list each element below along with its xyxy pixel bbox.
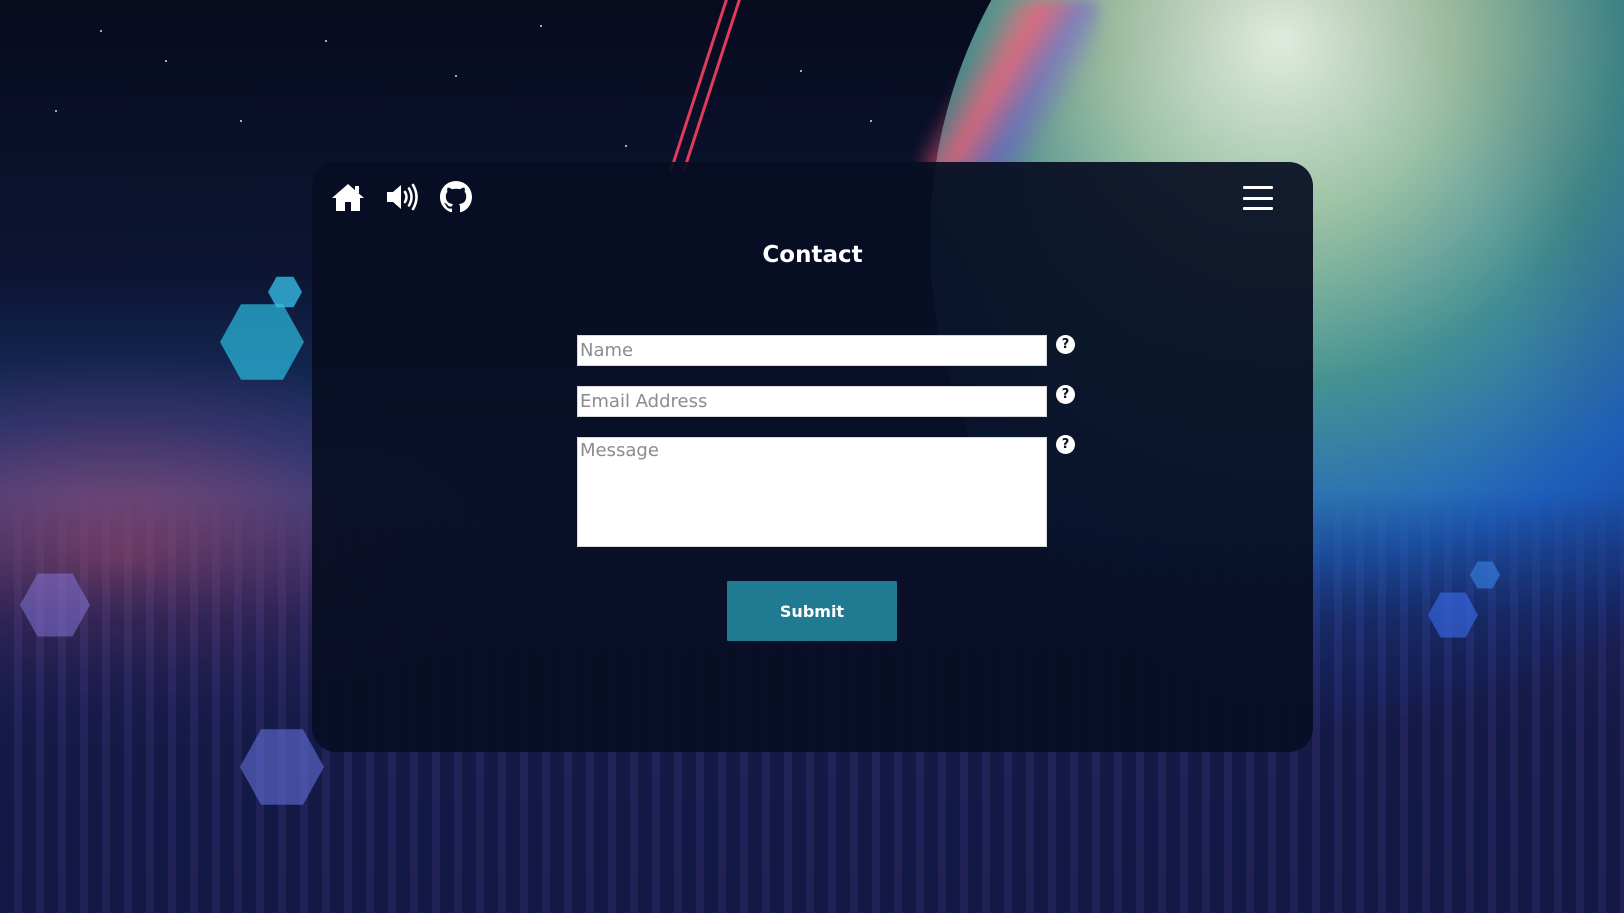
nav-icon-bar bbox=[330, 179, 474, 215]
volume-icon[interactable] bbox=[384, 179, 420, 215]
hexagon-bokeh bbox=[220, 304, 304, 380]
laser-beam bbox=[682, 0, 744, 172]
nebula-flare bbox=[920, 0, 1100, 170]
laser-beam bbox=[669, 0, 731, 172]
menu-bar bbox=[1243, 186, 1273, 189]
star bbox=[55, 110, 57, 112]
star bbox=[325, 40, 327, 42]
star bbox=[870, 120, 872, 122]
background-scene: Contact ? ? ? Submit bbox=[0, 0, 1624, 913]
star bbox=[165, 60, 167, 62]
hamburger-menu-icon[interactable] bbox=[1243, 184, 1275, 210]
star bbox=[540, 25, 542, 27]
contact-panel: Contact ? ? ? Submit bbox=[312, 162, 1313, 752]
name-field[interactable] bbox=[577, 335, 1047, 366]
home-icon[interactable] bbox=[330, 179, 366, 215]
name-help-icon[interactable]: ? bbox=[1056, 335, 1075, 354]
submit-button[interactable]: Submit bbox=[727, 581, 897, 641]
star bbox=[455, 75, 457, 77]
hexagon-bokeh bbox=[268, 276, 302, 308]
menu-bar bbox=[1243, 207, 1273, 210]
github-icon[interactable] bbox=[438, 179, 474, 215]
message-field[interactable] bbox=[577, 437, 1047, 547]
menu-bar bbox=[1243, 196, 1273, 200]
email-help-icon[interactable]: ? bbox=[1056, 385, 1075, 404]
star bbox=[800, 70, 802, 72]
star bbox=[100, 30, 102, 32]
star bbox=[240, 120, 242, 122]
message-help-icon[interactable]: ? bbox=[1056, 435, 1075, 454]
email-field[interactable] bbox=[577, 386, 1047, 417]
page-title: Contact bbox=[762, 242, 863, 268]
star bbox=[625, 145, 627, 147]
